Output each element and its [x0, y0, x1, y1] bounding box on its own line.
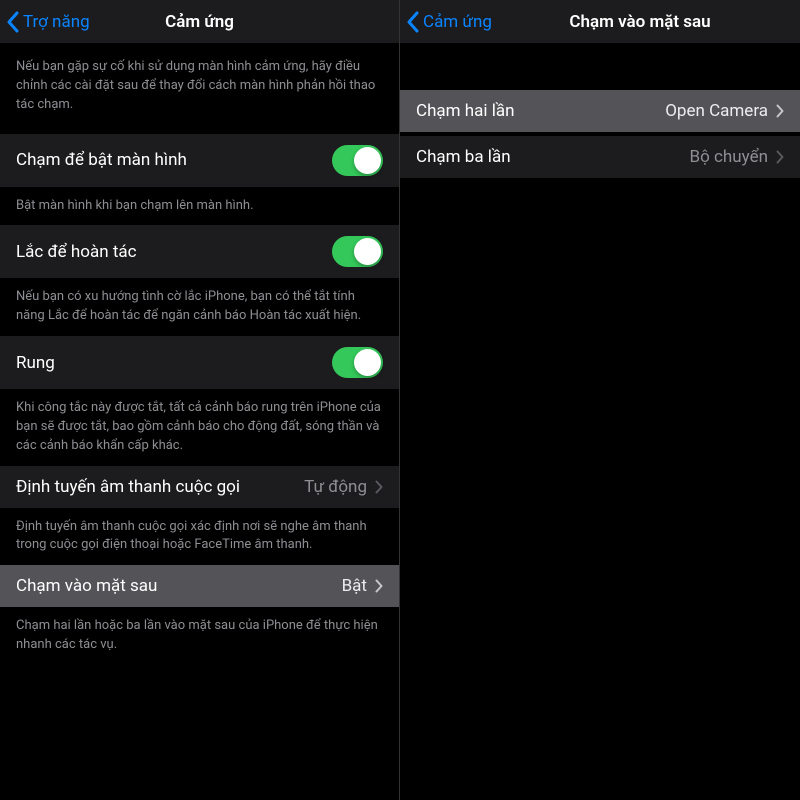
row-value: Bộ chuyển	[690, 147, 768, 167]
double-tap-row[interactable]: Chạm hai lần Open Camera	[400, 89, 800, 133]
tap-to-wake-desc: Bật màn hình khi bạn chạm lên màn hình.	[0, 188, 399, 225]
vibrate-row[interactable]: Rung	[0, 335, 399, 390]
chevron-right-icon	[375, 579, 383, 593]
chevron-right-icon	[776, 104, 784, 118]
shake-undo-desc: Nếu bạn có xu hướng tình cờ lắc iPhone, …	[0, 279, 399, 335]
row-label: Định tuyến âm thanh cuộc gọi	[16, 477, 304, 497]
audio-routing-row[interactable]: Định tuyến âm thanh cuộc gọi Tự động	[0, 465, 399, 509]
back-button[interactable]: Trợ năng	[6, 11, 90, 33]
audio-routing-desc: Định tuyến âm thanh cuộc gọi xác định nơ…	[0, 509, 399, 565]
toggle-switch[interactable]	[332, 236, 383, 267]
spacer	[400, 44, 800, 89]
chevron-left-icon	[6, 11, 19, 33]
chevron-right-icon	[375, 480, 383, 494]
triple-tap-row[interactable]: Chạm ba lần Bộ chuyển	[400, 135, 800, 179]
toggle-switch[interactable]	[332, 347, 383, 378]
intro-description: Nếu bạn gặp sự cố khi sử dụng màn hình c…	[0, 44, 399, 133]
settings-backtap-screen: Cảm ứng Chạm vào mặt sau Chạm hai lần Op…	[400, 0, 800, 800]
row-label: Chạm hai lần	[416, 101, 665, 121]
back-tap-row[interactable]: Chạm vào mặt sau Bật	[0, 564, 399, 608]
back-button[interactable]: Cảm ứng	[406, 11, 492, 33]
row-right: Open Camera	[665, 101, 784, 121]
row-label: Chạm ba lần	[416, 147, 690, 167]
content: Chạm hai lần Open Camera Chạm ba lần Bộ …	[400, 44, 800, 179]
vibrate-desc: Khi công tắc này được tắt, tất cả cảnh b…	[0, 390, 399, 465]
tap-to-wake-row[interactable]: Chạm để bật màn hình	[0, 133, 399, 188]
page-title: Cảm ứng	[165, 12, 234, 32]
row-right: Tự động	[304, 477, 383, 497]
row-value: Tự động	[304, 477, 367, 497]
content: Nếu bạn gặp sự cố khi sử dụng màn hình c…	[0, 44, 399, 664]
back-tap-desc: Chạm hai lần hoặc ba lần vào mặt sau của…	[0, 608, 399, 664]
row-value: Bật	[342, 576, 367, 596]
back-label: Trợ năng	[23, 12, 90, 32]
row-label: Chạm để bật màn hình	[16, 150, 332, 170]
settings-touch-screen: Trợ năng Cảm ứng Nếu bạn gặp sự cố khi s…	[0, 0, 400, 800]
row-label: Lắc để hoàn tác	[16, 242, 332, 262]
row-value: Open Camera	[665, 101, 768, 121]
row-label: Chạm vào mặt sau	[16, 576, 342, 596]
back-label: Cảm ứng	[423, 12, 492, 32]
row-right: Bộ chuyển	[690, 147, 784, 167]
page-title: Chạm vào mặt sau	[569, 12, 710, 32]
navbar: Trợ năng Cảm ứng	[0, 0, 399, 44]
chevron-left-icon	[406, 11, 419, 33]
chevron-right-icon	[776, 150, 784, 164]
navbar: Cảm ứng Chạm vào mặt sau	[400, 0, 800, 44]
row-right: Bật	[342, 576, 383, 596]
toggle-switch[interactable]	[332, 145, 383, 176]
shake-undo-row[interactable]: Lắc để hoàn tác	[0, 224, 399, 279]
row-label: Rung	[16, 353, 332, 373]
